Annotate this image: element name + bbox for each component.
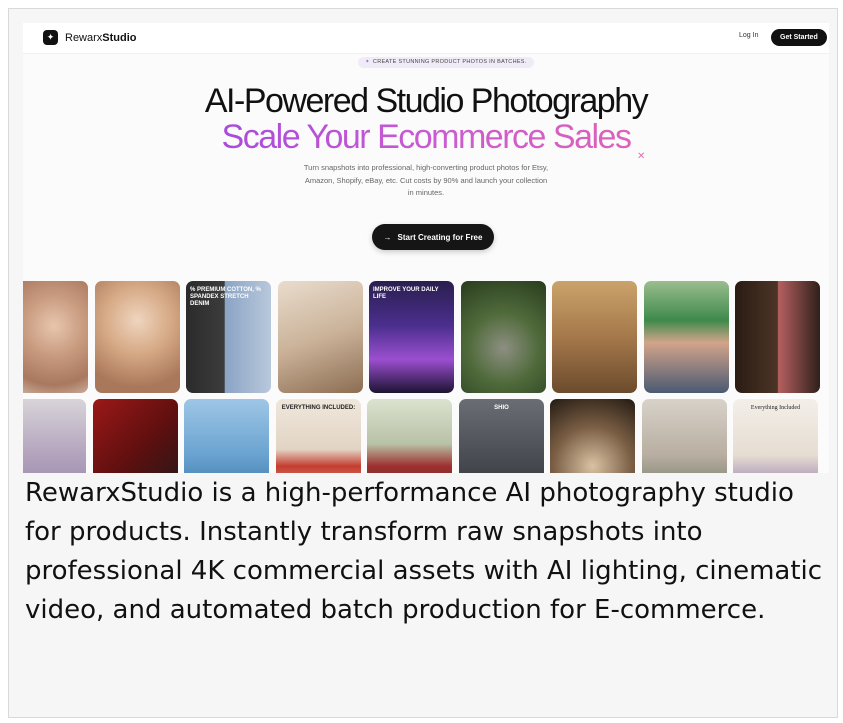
gallery-tile-woman-plaid bbox=[367, 399, 452, 473]
sparkle-logo-icon: ✦ bbox=[43, 30, 58, 45]
gallery-tile-denim-jeans: % PREMIUM COTTON, % SPANDEX STRETCH DENI… bbox=[186, 281, 271, 393]
tile-caption: % PREMIUM COTTON, % SPANDEX STRETCH DENI… bbox=[190, 287, 261, 307]
gallery-tile-lipstick bbox=[735, 281, 820, 393]
gallery-tile-camera-gimbal: IMPROVE YOUR DAILY LIFE bbox=[369, 281, 454, 393]
gallery-row-1: % PREMIUM COTTON, % SPANDEX STRETCH DENI… bbox=[23, 281, 829, 393]
gallery-tile-woman-red-lipstick bbox=[93, 399, 178, 473]
cta-label: Start Creating for Free bbox=[397, 232, 483, 242]
gallery-tile-running-shoe bbox=[550, 399, 635, 473]
login-link[interactable]: Log In bbox=[739, 32, 758, 39]
gallery-tile-red-handbag: EVERYTHING INCLUDED: bbox=[276, 399, 361, 473]
get-started-button[interactable]: Get Started bbox=[771, 29, 827, 46]
tile-caption: Everything Included bbox=[750, 405, 801, 411]
brand-name: RewarxStudio bbox=[65, 31, 137, 44]
top-nav: ✦ RewarxStudio Log In Get Started bbox=[23, 23, 829, 54]
website-screenshot: ✦ RewarxStudio Log In Get Started ✦ CREA… bbox=[23, 23, 829, 473]
gallery-tile-portrait-woman bbox=[23, 281, 88, 393]
tile-caption: IMPROVE YOUR DAILY LIFE bbox=[373, 287, 439, 300]
site-description: RewarxStudio is a high-performance AI ph… bbox=[25, 478, 823, 625]
gallery-tile-woman-field bbox=[23, 399, 86, 473]
hero-subtitle: Turn snapshots into professional, high-c… bbox=[303, 163, 549, 197]
gallery-tile-man-jar bbox=[642, 399, 727, 473]
gallery-tile-woman-necklace bbox=[95, 281, 180, 393]
eyebrow-text: CREATE STUNNING PRODUCT PHOTOS IN BATCHE… bbox=[372, 59, 527, 65]
gallery-row-2: EVERYTHING INCLUDED: SHIO Everything Inc… bbox=[23, 399, 829, 473]
gallery-tile-makeup-brush bbox=[278, 281, 363, 393]
gallery-tile-perfume-bottle bbox=[184, 399, 269, 473]
headline: AI-Powered Studio Photography bbox=[204, 82, 649, 120]
tile-caption: EVERYTHING INCLUDED: bbox=[281, 405, 356, 411]
sparkle-icon: ✦ bbox=[365, 59, 370, 65]
sparkle-decoration-icon: ✕ bbox=[637, 151, 646, 162]
arrow-right-icon: → bbox=[383, 232, 392, 242]
gallery-tile-coffee-grinder bbox=[552, 281, 637, 393]
eyebrow-badge: ✦ CREATE STUNNING PRODUCT PHOTOS IN BATC… bbox=[358, 57, 534, 68]
gallery-tile-vintage-camera bbox=[461, 281, 546, 393]
brand[interactable]: ✦ RewarxStudio bbox=[43, 30, 137, 45]
gallery-tile-man-green-cap bbox=[644, 281, 729, 393]
headline-accent: Scale Your Ecommerce Sales bbox=[23, 117, 829, 157]
screenshot-frame: ✦ RewarxStudio Log In Get Started ✦ CREA… bbox=[8, 8, 838, 718]
start-creating-button[interactable]: → Start Creating for Free bbox=[372, 224, 494, 250]
gallery-tile-business-portraits: SHIO bbox=[459, 399, 544, 473]
gallery-tile-amethyst-bracelet: Everything Included bbox=[733, 399, 818, 473]
tile-caption: SHIO bbox=[494, 405, 509, 411]
